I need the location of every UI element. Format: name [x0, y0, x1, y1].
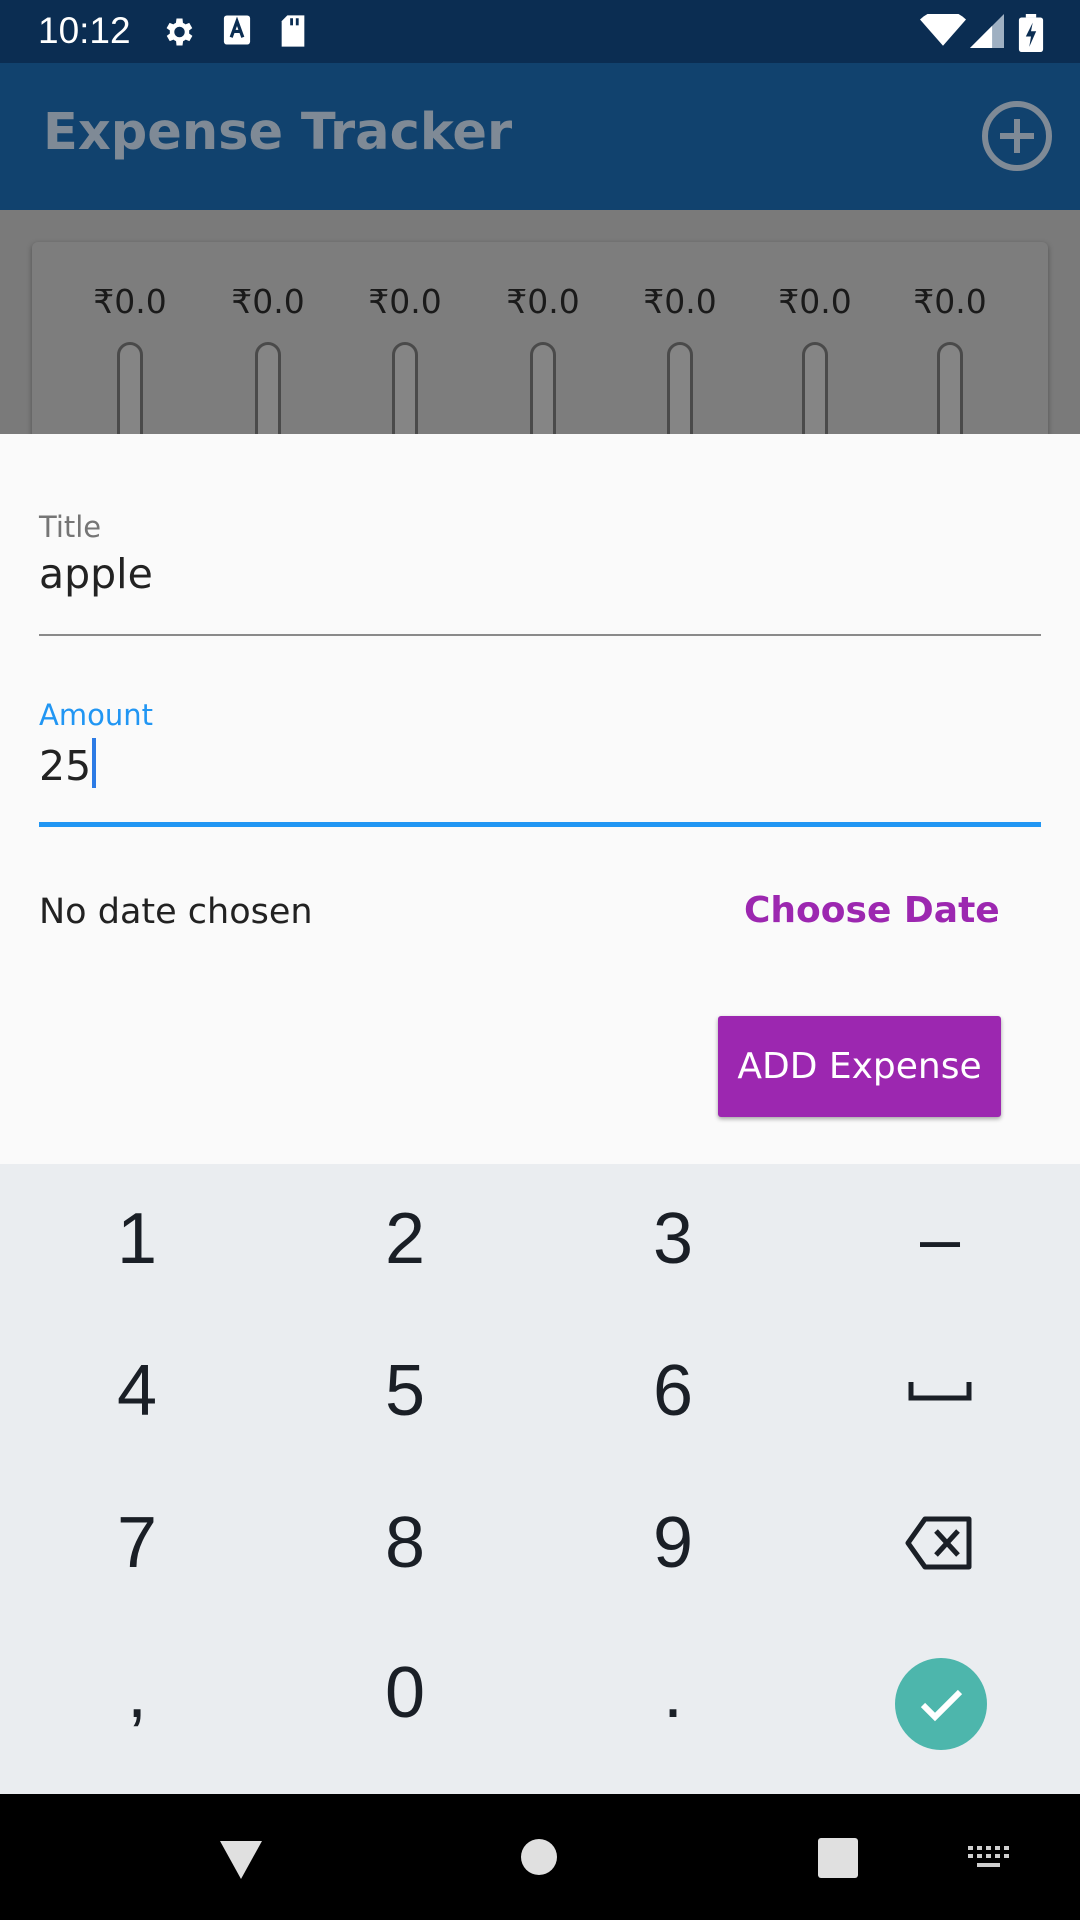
amount-underline: [39, 822, 1041, 827]
add-circle-icon[interactable]: [980, 99, 1054, 173]
key-backspace[interactable]: [806, 1468, 1074, 1618]
key-7[interactable]: 7: [3, 1468, 271, 1618]
key-0[interactable]: 0: [271, 1618, 539, 1768]
key-9[interactable]: 9: [539, 1468, 807, 1618]
key-space[interactable]: [806, 1316, 1074, 1466]
text-cursor: [92, 738, 97, 788]
check-icon: [920, 1689, 963, 1722]
choose-date-button[interactable]: Choose Date: [744, 890, 1000, 931]
backspace-icon: [905, 1516, 972, 1570]
key-6[interactable]: 6: [539, 1316, 807, 1466]
key-comma[interactable]: ,: [3, 1618, 271, 1768]
back-icon[interactable]: [218, 1839, 264, 1881]
amount-input[interactable]: 25: [39, 738, 97, 790]
gear-icon: [166, 18, 193, 46]
recents-icon[interactable]: [818, 1838, 858, 1878]
key-4[interactable]: 4: [3, 1316, 271, 1466]
a-box-icon: [223, 15, 251, 45]
title-underline: [39, 634, 1041, 636]
chart-bar-label: ₹0.0: [368, 282, 442, 321]
status-time: 10:12: [38, 10, 131, 51]
keyboard-switch-icon[interactable]: [968, 1846, 1010, 1872]
signal-icon: [970, 14, 1004, 48]
battery-charging-icon: [1018, 14, 1044, 52]
add-expense-button[interactable]: ADD Expense: [718, 1016, 1001, 1117]
sd-card-icon: [281, 15, 305, 47]
chart-bar-label: ₹0.0: [778, 282, 852, 321]
scrim[interactable]: ₹0.0 ₹0.0 ₹0.0 ₹0.0 ₹0.0 ₹0.0 ₹0.0: [0, 210, 1080, 482]
key-period[interactable]: .: [539, 1618, 807, 1768]
done-key[interactable]: [895, 1658, 987, 1750]
amount-value: 25: [39, 742, 92, 790]
chart-bar-label: ₹0.0: [506, 282, 580, 321]
chart-bar-label: ₹0.0: [643, 282, 717, 321]
key-3[interactable]: 3: [539, 1164, 807, 1314]
key-2[interactable]: 2: [271, 1164, 539, 1314]
chart-bar-label: ₹0.0: [93, 282, 167, 321]
space-icon: [908, 1382, 972, 1401]
title-field-label: Title: [39, 510, 102, 544]
status-bar: 10:12: [0, 0, 1080, 63]
weekly-chart-card: ₹0.0 ₹0.0 ₹0.0 ₹0.0 ₹0.0 ₹0.0 ₹0.0: [32, 242, 1048, 482]
home-icon[interactable]: [520, 1838, 558, 1876]
key-8[interactable]: 8: [271, 1468, 539, 1618]
key-5[interactable]: 5: [271, 1316, 539, 1466]
app-bar: Expense Tracker: [0, 63, 1080, 210]
title-input[interactable]: apple: [39, 550, 153, 598]
key-minus[interactable]: –: [806, 1164, 1074, 1314]
amount-field-label: Amount: [39, 698, 153, 732]
app-title: Expense Tracker: [43, 103, 513, 162]
add-expense-sheet: Title apple Amount 25 No date chosen Cho…: [0, 434, 1080, 1164]
chart-bar-label: ₹0.0: [231, 282, 305, 321]
chart-bar-label: ₹0.0: [913, 282, 987, 321]
date-status-text: No date chosen: [39, 892, 313, 932]
key-1[interactable]: 1: [3, 1164, 271, 1314]
wifi-icon: [920, 14, 966, 46]
system-nav-bar: [0, 1794, 1080, 1920]
